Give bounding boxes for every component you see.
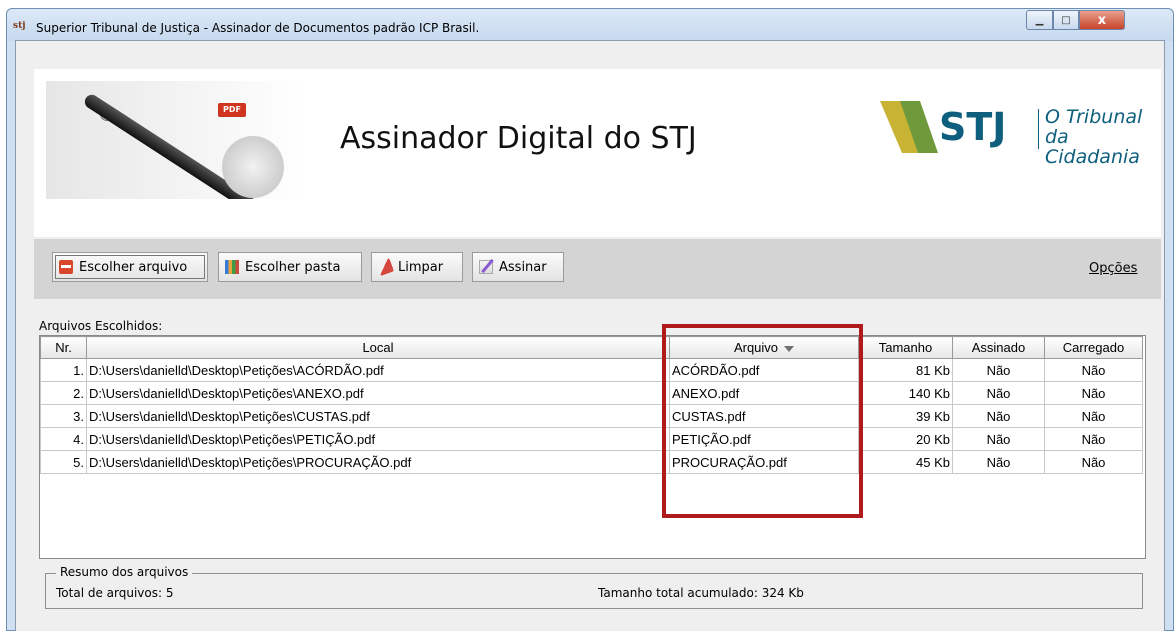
total-size-text: Tamanho total acumulado: 324 Kb bbox=[598, 586, 804, 600]
cell-local: D:\Users\danielld\Desktop\Petições\CUSTA… bbox=[86, 404, 670, 428]
cell-carregado: Não bbox=[1044, 404, 1143, 428]
cell-tamanho: 140 Kb bbox=[858, 381, 953, 405]
summary-legend: Resumo dos arquivos bbox=[56, 565, 193, 579]
clear-label: Limpar bbox=[398, 259, 444, 275]
files-table-container[interactable]: Nr. Local Arquivo Tamanho Assinado Carre… bbox=[39, 335, 1146, 559]
cell-carregado: Não bbox=[1044, 450, 1143, 474]
stj-logo-text: STJ bbox=[939, 105, 1007, 149]
cell-arquivo: ACÓRDÃO.pdf bbox=[669, 358, 859, 382]
digital-seal-icon bbox=[222, 136, 284, 198]
column-header-nr[interactable]: Nr. bbox=[40, 336, 87, 359]
cell-carregado: Não bbox=[1044, 427, 1143, 451]
logo-divider bbox=[1038, 109, 1039, 149]
clear-button[interactable]: Limpar bbox=[371, 252, 463, 282]
cell-tamanho: 81 Kb bbox=[858, 358, 953, 382]
toolbar: Escolher arquivo Escolher pasta Limpar A… bbox=[34, 239, 1161, 299]
cell-local: D:\Users\danielld\Desktop\Petições\PETIÇ… bbox=[86, 427, 670, 451]
cell-carregado: Não bbox=[1044, 381, 1143, 405]
cell-assinado: Não bbox=[952, 358, 1045, 382]
stj-app-icon: stj bbox=[13, 21, 26, 31]
cell-carregado: Não bbox=[1044, 358, 1143, 382]
maximize-button[interactable]: □ bbox=[1053, 10, 1079, 30]
cell-assinado: Não bbox=[952, 450, 1045, 474]
minimize-button[interactable]: ▁ bbox=[1026, 10, 1053, 30]
cell-nr: 3. bbox=[40, 404, 87, 428]
table-row[interactable]: 4. D:\Users\danielld\Desktop\Petições\PE… bbox=[40, 427, 1143, 451]
page-title: Assinador Digital do STJ bbox=[340, 121, 697, 156]
cell-assinado: Não bbox=[952, 381, 1045, 405]
options-label: Opções bbox=[1089, 261, 1138, 276]
cell-nr: 1. bbox=[40, 358, 87, 382]
choose-file-button[interactable]: Escolher arquivo bbox=[52, 252, 208, 282]
cell-arquivo: ANEXO.pdf bbox=[669, 381, 859, 405]
cell-arquivo: CUSTAS.pdf bbox=[669, 404, 859, 428]
slogan-line-1: O Tribunal bbox=[1045, 106, 1143, 128]
cell-local: D:\Users\danielld\Desktop\Petições\ANEXO… bbox=[86, 381, 670, 405]
sort-descending-icon bbox=[784, 345, 795, 352]
column-header-carregado[interactable]: Carregado bbox=[1044, 336, 1143, 359]
eraser-icon bbox=[376, 258, 394, 276]
table-row[interactable]: 2. D:\Users\danielld\Desktop\Petições\AN… bbox=[40, 381, 1143, 405]
cell-nr: 4. bbox=[40, 427, 87, 451]
signing-pen-illustration: PDF bbox=[46, 81, 309, 199]
header-banner: PDF Assinador Digital do STJ STJ O Tribu… bbox=[34, 69, 1161, 237]
table-header-row: Nr. Local Arquivo Tamanho Assinado Carre… bbox=[40, 336, 1143, 359]
table-row[interactable]: 3. D:\Users\danielld\Desktop\Petições\CU… bbox=[40, 404, 1143, 428]
sign-label: Assinar bbox=[499, 259, 547, 275]
files-table: Nr. Local Arquivo Tamanho Assinado Carre… bbox=[40, 336, 1143, 474]
files-summary-panel: Resumo dos arquivos Total de arquivos: 5… bbox=[45, 565, 1143, 609]
cell-arquivo: PETIÇÃO.pdf bbox=[669, 427, 859, 451]
close-button[interactable]: x bbox=[1079, 10, 1125, 30]
column-header-arquivo[interactable]: Arquivo bbox=[669, 336, 859, 359]
cell-tamanho: 45 Kb bbox=[858, 450, 953, 474]
column-header-local[interactable]: Local bbox=[86, 336, 670, 359]
choose-file-label: Escolher arquivo bbox=[79, 259, 188, 275]
cell-assinado: Não bbox=[952, 427, 1045, 451]
cell-tamanho: 20 Kb bbox=[858, 427, 953, 451]
pdf-badge: PDF bbox=[218, 103, 246, 117]
column-header-arquivo-label: Arquivo bbox=[733, 340, 779, 355]
cell-local: D:\Users\danielld\Desktop\Petições\PROCU… bbox=[86, 450, 670, 474]
options-menu[interactable]: Opções bbox=[1089, 261, 1137, 276]
cell-arquivo: PROCURAÇÃO.pdf bbox=[669, 450, 859, 474]
cell-assinado: Não bbox=[952, 404, 1045, 428]
sign-pen-icon bbox=[479, 260, 493, 274]
table-row[interactable]: 1. D:\Users\danielld\Desktop\Petições\AC… bbox=[40, 358, 1143, 382]
choose-folder-button[interactable]: Escolher pasta bbox=[218, 252, 362, 282]
files-section-label: Arquivos Escolhidos: bbox=[39, 319, 163, 333]
cell-tamanho: 39 Kb bbox=[858, 404, 953, 428]
window-title: Superior Tribunal de Justiça - Assinador… bbox=[36, 21, 480, 35]
pdf-file-icon bbox=[59, 260, 73, 274]
cell-nr: 2. bbox=[40, 381, 87, 405]
total-files-text: Total de arquivos: 5 bbox=[56, 586, 174, 600]
sign-button[interactable]: Assinar bbox=[472, 252, 564, 282]
column-header-tamanho[interactable]: Tamanho bbox=[858, 336, 953, 359]
cell-local: D:\Users\danielld\Desktop\Petições\ACÓRD… bbox=[86, 358, 670, 382]
choose-folder-label: Escolher pasta bbox=[245, 259, 341, 275]
cell-nr: 5. bbox=[40, 450, 87, 474]
app-window: stj Superior Tribunal de Justiça - Assin… bbox=[6, 8, 1174, 631]
slogan-line-2: da Cidadania bbox=[1045, 126, 1140, 168]
folder-books-icon bbox=[225, 260, 239, 274]
title-bar[interactable]: stj Superior Tribunal de Justiça - Assin… bbox=[7, 9, 1173, 41]
table-row[interactable]: 5. D:\Users\danielld\Desktop\Petições\PR… bbox=[40, 450, 1143, 474]
logo-slogan: O Tribunal da Cidadania bbox=[1045, 107, 1161, 167]
column-header-assinado[interactable]: Assinado bbox=[952, 336, 1045, 359]
